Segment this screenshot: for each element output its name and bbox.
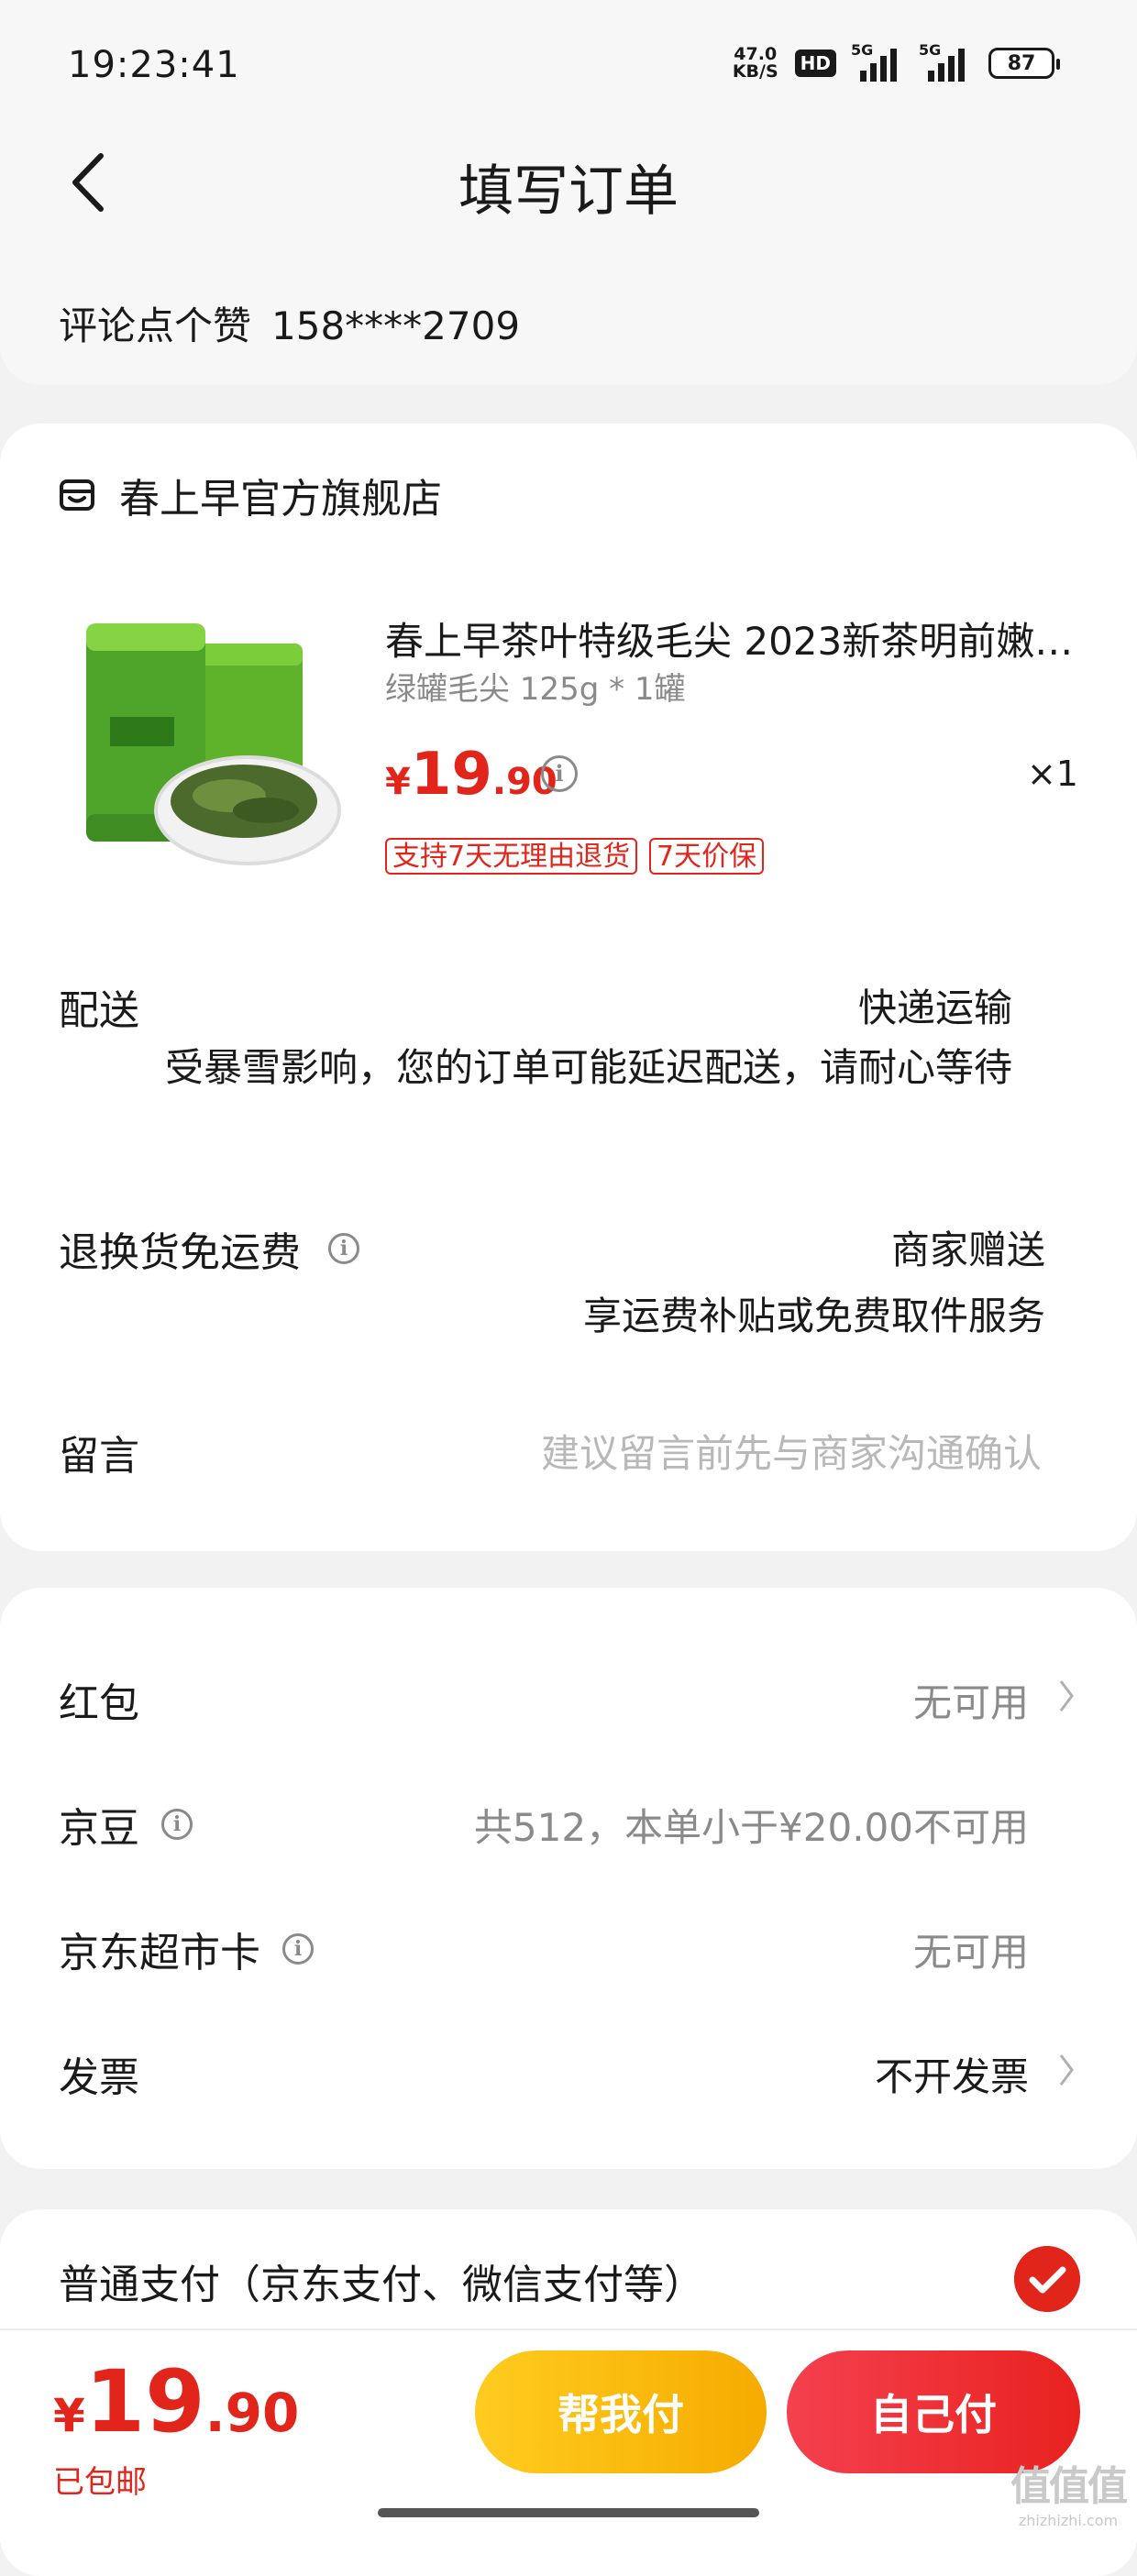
delivery-method[interactable]: 快递运输 bbox=[858, 977, 1012, 1033]
signal-icon-2: 5G bbox=[919, 41, 972, 82]
shop-card: 春上早官方旗舰店 春上早茶叶特级毛尖 2023新茶明前嫩芽春茶绿茶 绿罐毛尖 1… bbox=[0, 424, 1137, 1551]
chevron-right-icon bbox=[1059, 2054, 1074, 2086]
home-indicator[interactable] bbox=[378, 2508, 759, 2517]
chevron-right-icon bbox=[1059, 1680, 1074, 1712]
supermarket-card-label: 京东超市卡 bbox=[59, 1930, 260, 1976]
jd-beans-row: 京豆 i 共512，本单小于¥20.00不可用 bbox=[0, 1786, 1137, 1859]
product-price: ¥19.90 bbox=[385, 741, 557, 809]
jd-beans-label: 京豆 bbox=[59, 1805, 139, 1852]
battery-icon: 87 bbox=[988, 48, 1060, 79]
return-policy-tag: 支持7天无理由退货 bbox=[385, 838, 638, 875]
product-name[interactable]: 春上早茶叶特级毛尖 2023新茶明前嫩芽春茶绿茶 bbox=[385, 611, 1082, 666]
checkmark-icon[interactable] bbox=[1014, 2246, 1080, 2312]
hd-icon: HD bbox=[794, 50, 836, 77]
product-image[interactable] bbox=[73, 607, 348, 882]
delivery-note: 受暴雪影响，您的订单可能延迟配送，请耐心等待 bbox=[164, 1045, 1012, 1090]
invoice-label: 发票 bbox=[59, 2054, 139, 2101]
total-price: ¥19.90 bbox=[53, 2352, 300, 2452]
info-icon[interactable]: i bbox=[328, 1233, 359, 1264]
status-bar: 19:23:41 47.0 KB/S HD 5G 5G 87 bbox=[0, 0, 1137, 128]
signal-icon: 5G bbox=[851, 41, 904, 82]
message-input[interactable]: 建议留言前先与商家沟通确认 bbox=[541, 1423, 1042, 1479]
supermarket-card-value: 无可用 bbox=[912, 1930, 1029, 1975]
return-shipping-value: 商家赠送 bbox=[890, 1227, 1045, 1272]
clock: 19:23:41 bbox=[68, 44, 240, 86]
supermarket-card-row: 京东超市卡 i 无可用 bbox=[0, 1910, 1137, 1984]
status-icons: 47.0 KB/S HD 5G 5G 87 bbox=[732, 40, 1060, 86]
page-title: 填写订单 bbox=[458, 160, 679, 224]
jd-beans-value: 共512，本单小于¥20.00不可用 bbox=[473, 1805, 1029, 1850]
invoice-row[interactable]: 发票 不开发票 bbox=[0, 2035, 1137, 2108]
payment-method-label[interactable]: 普通支付（京东支付、微信支付等） bbox=[59, 2251, 704, 2310]
red-packet-row[interactable]: 红包 无可用 bbox=[0, 1661, 1137, 1734]
info-icon[interactable]: i bbox=[161, 1809, 193, 1840]
help-pay-button[interactable]: 帮我付 bbox=[475, 2350, 767, 2473]
benefits-card: 红包 无可用 京豆 i 共512，本单小于¥20.00不可用 京东超市卡 i 无可用… bbox=[0, 1588, 1137, 2169]
page-header: 填写订单 bbox=[0, 128, 1137, 238]
price-protect-tag: 7天价保 bbox=[649, 838, 765, 875]
return-shipping-label: 退换货免运费 bbox=[59, 1229, 301, 1276]
invoice-value: 不开发票 bbox=[874, 2054, 1029, 2099]
red-packet-value: 无可用 bbox=[912, 1680, 1029, 1725]
product-spec: 绿罐毛尖 125g * 1罐 bbox=[385, 671, 686, 708]
return-shipping-row: 退换货免运费 i bbox=[59, 1219, 359, 1278]
address-card[interactable]: 评论点个赞 158****2709 bbox=[0, 238, 1137, 385]
product-quantity: ×1 bbox=[1026, 754, 1078, 794]
info-icon[interactable]: i bbox=[282, 1933, 314, 1965]
store-icon bbox=[60, 479, 94, 511]
shop-name: 春上早官方旗舰店 bbox=[119, 476, 442, 523]
free-shipping-note: 已包邮 bbox=[53, 2464, 147, 2501]
red-packet-label: 红包 bbox=[59, 1680, 139, 1727]
recipient-phone: 158****2709 bbox=[271, 303, 521, 348]
return-shipping-note: 享运费补贴或免费取件服务 bbox=[582, 1294, 1045, 1338]
delivery-label: 配送 bbox=[59, 987, 139, 1034]
network-speed: 47.0 KB/S bbox=[732, 44, 778, 82]
price-info-icon[interactable]: i bbox=[541, 755, 578, 792]
message-label: 留言 bbox=[59, 1433, 139, 1480]
shop-header[interactable]: 春上早官方旗舰店 bbox=[59, 466, 442, 524]
recipient-name: 评论点个赞 bbox=[59, 303, 252, 348]
watermark: 值值值 zhizhizhi.com bbox=[1010, 2463, 1128, 2529]
